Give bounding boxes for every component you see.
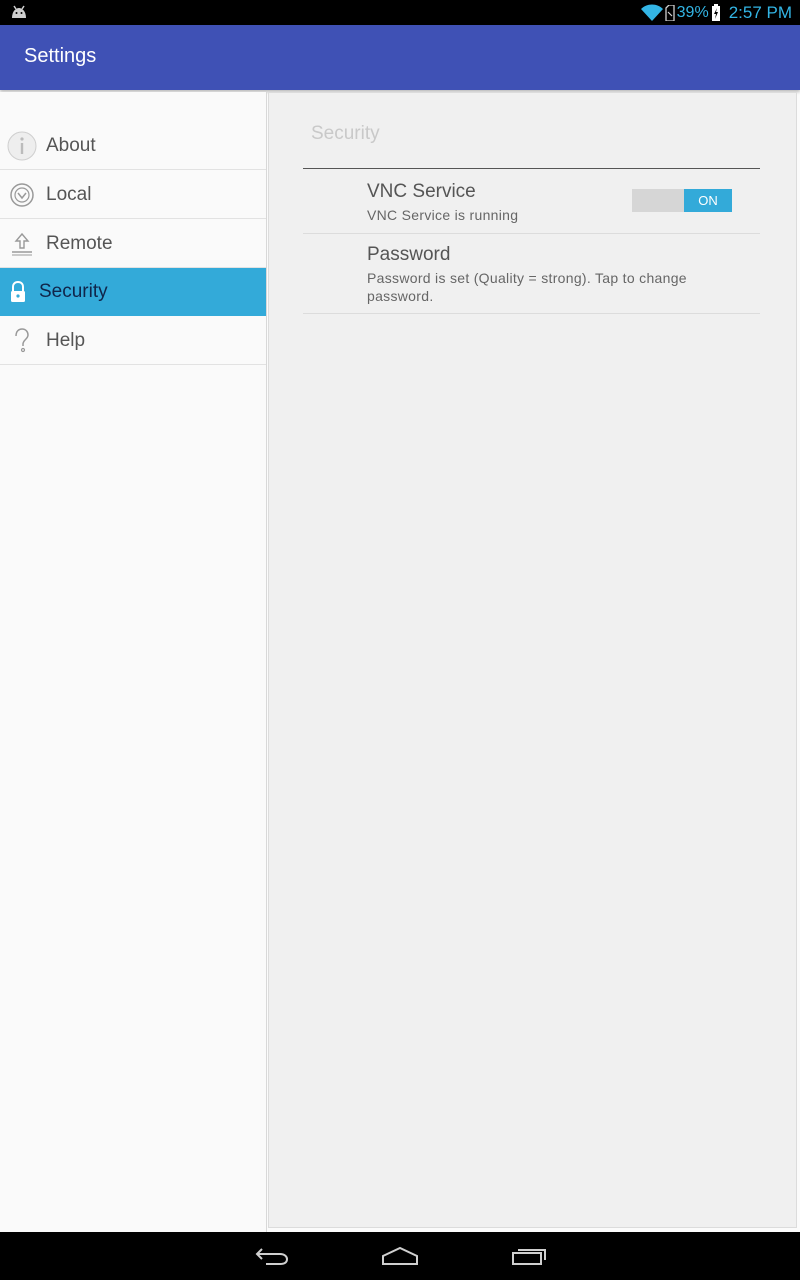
sidebar: About Local Remote Security Help [0, 92, 267, 1232]
sidebar-item-label: Local [46, 183, 92, 205]
switch-thumb: ON [684, 189, 732, 212]
android-icon [12, 5, 26, 18]
lock-icon [7, 277, 29, 307]
home-icon[interactable] [380, 1242, 420, 1270]
clock: 2:57 PM [728, 2, 792, 22]
status-bar: 39% 2:57 PM [0, 0, 800, 25]
preference-title: VNC Service [367, 181, 476, 202]
app-bar: Settings [0, 25, 800, 90]
sidebar-item-label: Help [46, 329, 86, 351]
preference-summary: Password is set (Quality = strong). Tap … [367, 270, 687, 304]
password-preference[interactable]: Password Password is set (Quality = stro… [303, 234, 760, 314]
sidebar-item-label: Remote [46, 232, 113, 254]
vnc-service-switch[interactable]: ON [632, 189, 732, 212]
back-icon[interactable] [252, 1242, 292, 1270]
battery-percent: 39% [676, 3, 709, 21]
content-panel: Security VNC Service VNC Service is runn… [268, 92, 797, 1228]
sim-icon [665, 4, 675, 21]
sidebar-item-remote[interactable]: Remote [0, 220, 266, 268]
battery-charging-icon [711, 3, 720, 21]
sidebar-item-local[interactable]: Local [0, 171, 266, 219]
upload-icon [7, 229, 37, 259]
sidebar-item-label: Security [39, 281, 108, 302]
sidebar-item-security[interactable]: Security [0, 268, 266, 316]
section-title: Security [311, 123, 380, 144]
sidebar-item-help[interactable]: Help [0, 317, 266, 365]
info-icon [7, 131, 37, 161]
help-icon [7, 326, 37, 356]
preference-title: Password [367, 244, 451, 265]
vnc-service-preference[interactable]: VNC Service VNC Service is running ON [303, 169, 760, 234]
local-icon [7, 180, 37, 210]
app-bar-title: Settings [24, 45, 97, 67]
navigation-bar [0, 1232, 800, 1280]
wifi-icon [640, 4, 663, 21]
sidebar-item-about[interactable]: About [0, 122, 266, 170]
recents-icon[interactable] [509, 1242, 549, 1270]
sidebar-item-label: About [46, 134, 96, 156]
